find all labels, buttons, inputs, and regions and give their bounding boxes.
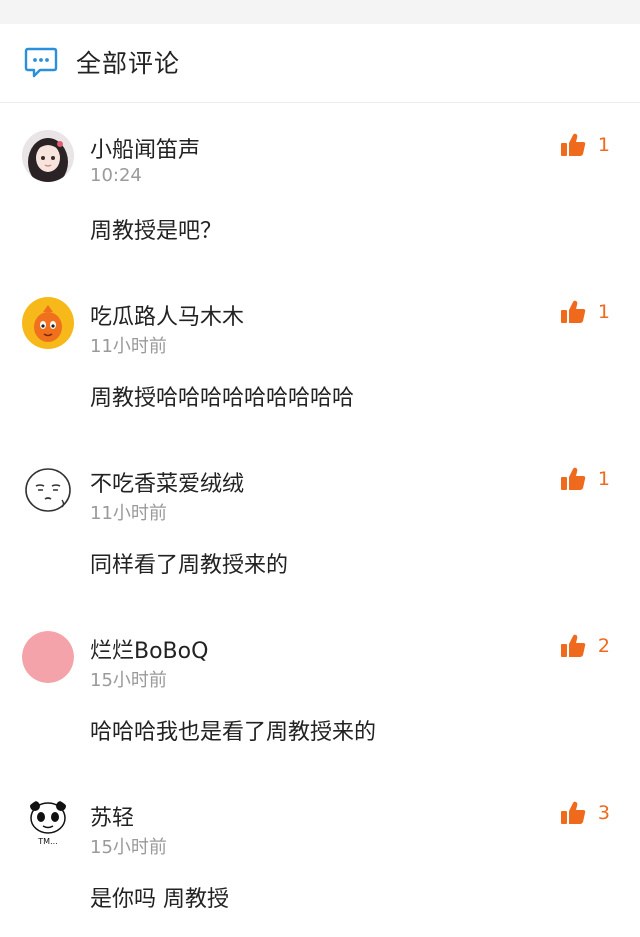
top-strip [0, 0, 640, 24]
like-button[interactable]: 1 [560, 132, 610, 158]
comment-text: 同样看了周教授来的 [90, 553, 289, 578]
comment-text: 周教授是吧？ [90, 219, 223, 244]
like-count: 1 [597, 301, 610, 323]
like-count: 2 [597, 635, 610, 657]
avatar-caption: TM... [37, 837, 57, 846]
comment-item: TM... 苏轻 15小时前 是你吗 周教授 3 [0, 770, 640, 937]
meme-panda-avatar[interactable]: TM... [22, 798, 74, 850]
comment-username[interactable]: 苏轻 [90, 800, 134, 832]
like-button[interactable]: 1 [560, 299, 610, 325]
thumbs-up-icon [560, 133, 586, 156]
like-count: 1 [597, 134, 610, 156]
page-title: 全部评论 [76, 49, 181, 78]
girl-portrait-avatar[interactable] [22, 130, 74, 182]
comment-item: 吃瓜路人马木木 11小时前 周教授哈哈哈哈哈哈哈哈哈 1 [0, 269, 640, 436]
pink-circle-avatar[interactable] [22, 631, 74, 683]
comment-list: 小船闻笛声 10:24 周教授是吧？ 1 吃瓜路人马木木 11小时前 周教授哈哈… [0, 102, 640, 937]
comment-username[interactable]: 吃瓜路人马木木 [90, 299, 244, 331]
orange-mascot-avatar[interactable] [22, 297, 74, 349]
comment-timestamp: 10:24 [90, 165, 142, 186]
comment-timestamp: 15小时前 [90, 670, 167, 691]
comment-timestamp: 11小时前 [90, 503, 167, 524]
like-count: 1 [597, 468, 610, 490]
comment-text: 是你吗 周教授 [90, 887, 229, 912]
comments-header: 全部评论 [0, 24, 640, 103]
like-button[interactable]: 2 [560, 633, 610, 659]
like-button[interactable]: 3 [560, 800, 610, 826]
thumbs-up-icon [560, 634, 586, 657]
comment-text: 哈哈哈我也是看了周教授来的 [90, 720, 377, 745]
comment-timestamp: 11小时前 [90, 336, 167, 357]
comment-username[interactable]: 小船闻笛声 [90, 132, 200, 164]
comment-username[interactable]: 不吃香菜爱绒绒 [90, 466, 244, 498]
comment-item: 烂烂BoBoQ 15小时前 哈哈哈我也是看了周教授来的 2 [0, 603, 640, 770]
like-button[interactable]: 1 [560, 466, 610, 492]
comment-username[interactable]: 烂烂BoBoQ [90, 633, 208, 665]
thumbs-up-icon [560, 801, 586, 824]
comment-bubble-icon [24, 47, 58, 78]
comment-item: 小船闻笛声 10:24 周教授是吧？ 1 [0, 102, 640, 269]
comment-text: 周教授哈哈哈哈哈哈哈哈哈 [90, 386, 355, 411]
thumbs-up-icon [560, 300, 586, 323]
like-count: 3 [597, 802, 610, 824]
sketch-face-avatar[interactable] [22, 464, 74, 516]
comment-item: 不吃香菜爱绒绒 11小时前 同样看了周教授来的 1 [0, 436, 640, 603]
comment-timestamp: 15小时前 [90, 837, 167, 858]
thumbs-up-icon [560, 467, 586, 490]
